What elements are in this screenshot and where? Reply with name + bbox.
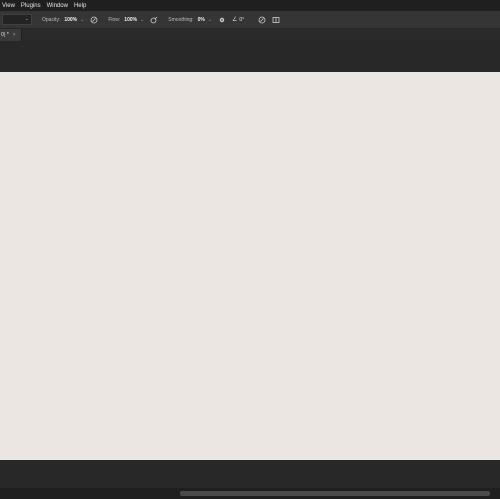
flow-label: Flow: (108, 16, 121, 23)
menu-window[interactable]: Window (47, 3, 68, 9)
angle-value[interactable]: 0° (239, 17, 244, 23)
pasteboard-bottom (0, 460, 500, 488)
menu-view[interactable]: View (2, 3, 15, 9)
flow-control[interactable]: Flow: 100% ⌄ (108, 17, 144, 23)
scrollbar-thumb[interactable] (180, 491, 490, 496)
gear-icon[interactable] (218, 16, 226, 24)
chevron-down-icon[interactable]: ⌄ (80, 17, 84, 23)
document-tab[interactable]: 0) * × (0, 29, 22, 41)
chevron-down-icon[interactable]: ⌄ (140, 17, 144, 23)
pasteboard-top (0, 41, 500, 72)
smoothing-value[interactable]: 0% (198, 17, 205, 23)
chevron-down-icon: ⌄ (24, 16, 29, 22)
document-canvas[interactable] (0, 72, 500, 460)
tool-preset-picker[interactable]: ⌄ (2, 14, 32, 25)
horizontal-scrollbar[interactable] (0, 488, 500, 499)
document-tab-label: 0) * (1, 32, 9, 38)
chevron-down-icon[interactable]: ⌄ (208, 17, 212, 23)
close-icon[interactable]: × (13, 32, 16, 38)
angle-control[interactable]: ∠ 0° (232, 16, 244, 24)
opacity-value[interactable]: 100% (64, 17, 77, 23)
tool-options-bar: ⌄ Opacity: 100% ⌄ Flow: 100% ⌄ Smoothing… (0, 11, 500, 29)
smoothing-control[interactable]: Smoothing: 0% ⌄ (168, 17, 212, 23)
opacity-control[interactable]: Opacity: 100% ⌄ (42, 17, 84, 23)
angle-icon: ∠ (232, 17, 238, 23)
menu-plugins[interactable]: Plugins (21, 3, 41, 9)
pressure-opacity-icon[interactable] (90, 16, 98, 24)
flow-value[interactable]: 100% (124, 17, 137, 23)
menu-bar: View Plugins Window Help (0, 0, 500, 11)
opacity-label: Opacity: (42, 16, 61, 23)
document-tab-bar: 0) * × (0, 29, 500, 41)
airbrush-icon[interactable] (150, 16, 158, 24)
smoothing-label: Smoothing: (168, 16, 194, 23)
butterfly-icon[interactable] (272, 16, 280, 24)
pressure-size-icon[interactable] (258, 16, 266, 24)
menu-help[interactable]: Help (74, 3, 86, 9)
